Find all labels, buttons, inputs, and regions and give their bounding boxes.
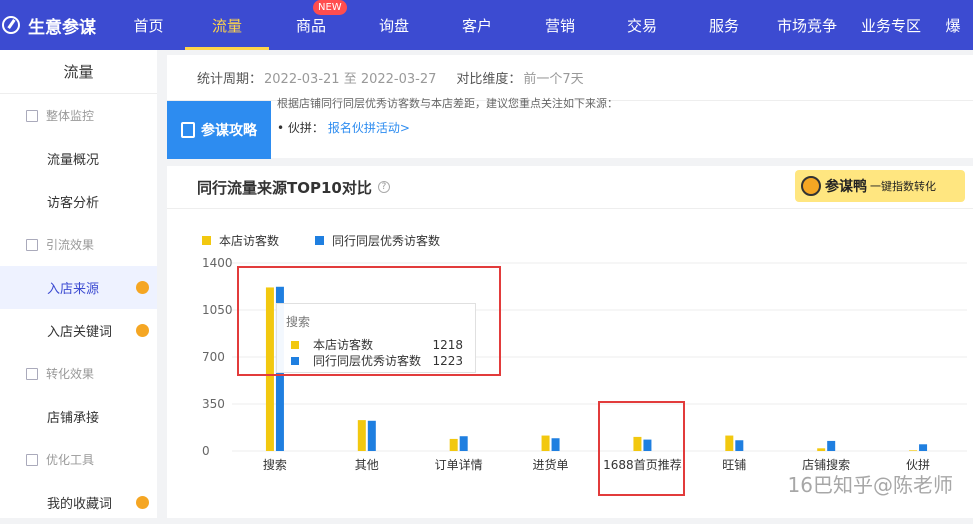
bar-peer[interactable]	[735, 440, 744, 451]
bar-own[interactable]	[541, 435, 550, 451]
nav-item-label: 服务	[708, 16, 739, 35]
sidebar-title: 流量	[0, 50, 157, 94]
nav-item-label: 首页	[133, 16, 164, 35]
y-tick-label: 1050	[202, 303, 233, 317]
highlight-box-search	[237, 266, 501, 376]
sidebar-label: 入店关键词	[47, 325, 113, 340]
y-tick-label: 700	[202, 350, 225, 364]
tips-label: 参谋攻略	[167, 101, 271, 159]
sidebar-entries: 整体监控流量概况访客分析引流效果入店来源入店关键词转化效果店铺承接优化工具我的收…	[0, 94, 157, 524]
nav-item-7[interactable]: 服务	[683, 0, 765, 50]
group-icon	[26, 238, 38, 251]
bar-peer[interactable]	[459, 436, 468, 451]
new-badge: NEW	[313, 0, 347, 15]
x-tick-label: 进货单	[533, 457, 569, 472]
nav-items: 首页 流量 商品 NEW 询盘 客户 营销 交易 服务 市场竞争 业务专区 爆	[112, 0, 973, 50]
tips-line2: • 伙拼： 报名伙拼活动>	[277, 119, 410, 136]
sidebar-group: 优化工具	[0, 438, 157, 481]
nav-item-8[interactable]: 市场竞争	[765, 0, 849, 50]
highlight-box-homepage	[598, 401, 685, 496]
nav-item-5[interactable]: 营销	[519, 0, 601, 50]
group-icon	[26, 453, 38, 466]
bar-peer[interactable]	[551, 438, 560, 451]
compare-label: 对比维度：	[456, 72, 522, 87]
nav-item-label: 爆	[945, 16, 961, 35]
tips-line2-prefix: • 伙拼：	[277, 121, 324, 135]
bar-own[interactable]	[725, 435, 734, 451]
notification-dot-icon	[136, 324, 149, 337]
nav-item-10[interactable]: 爆	[933, 0, 973, 50]
sidebar-label: 入店来源	[47, 282, 100, 297]
nav-item-label: 询盘	[378, 16, 409, 35]
bar-own[interactable]	[817, 448, 826, 451]
sidebar-item[interactable]: 入店关键词	[0, 309, 157, 352]
notepad-icon	[181, 122, 195, 138]
nav-item-label: 流量	[211, 16, 242, 35]
x-tick-label: 旺铺	[722, 458, 746, 472]
x-tick-label: 搜索	[263, 457, 287, 472]
period-bar: 统计周期： 2022-03-21 至 2022-03-27 对比维度： 前一个7…	[167, 55, 973, 100]
sidebar-label: 转化效果	[46, 367, 95, 381]
join-activity-link[interactable]: 报名伙拼活动>	[328, 121, 410, 135]
nav-item-label: 营销	[544, 16, 575, 35]
x-tick-label: 其他	[355, 458, 379, 472]
brand[interactable]: 生意参谋	[0, 13, 112, 38]
bar-own[interactable]	[909, 450, 918, 451]
traffic-source-panel: 同行流量来源TOP10对比 ? 参谋鸭 一键指数转化 本店访客数 同行同层优秀访…	[167, 166, 973, 518]
y-tick-label: 350	[202, 397, 225, 411]
sidebar-group: 转化效果	[0, 352, 157, 395]
notification-dot-icon	[136, 281, 149, 294]
bar-own[interactable]	[357, 420, 366, 451]
brand-name: 生意参谋	[28, 17, 96, 38]
sidebar-label: 访客分析	[47, 196, 100, 211]
sidebar-item[interactable]: 流量概况	[0, 137, 157, 180]
sidebar-label: 优化工具	[46, 453, 95, 467]
nav-item-label: 市场竞争	[776, 16, 837, 35]
sidebar: 流量 整体监控流量概况访客分析引流效果入店来源入店关键词转化效果店铺承接优化工具…	[0, 50, 157, 518]
bar-peer[interactable]	[919, 444, 928, 451]
bar-peer[interactable]	[367, 420, 376, 451]
sidebar-item[interactable]: 访客分析	[0, 180, 157, 223]
tips-section: 参谋攻略 根据店铺同行同层优秀访客数与本店差距，建议您重点关注如下来源： • 伙…	[167, 97, 973, 159]
watermark: 16巴知乎@陈老师	[787, 473, 953, 497]
bar-peer[interactable]	[827, 440, 836, 451]
sidebar-label: 流量概况	[47, 153, 100, 168]
nav-item-4[interactable]: 客户	[435, 0, 519, 50]
sidebar-label: 我的收藏词	[47, 497, 113, 512]
sidebar-label: 整体监控	[46, 109, 95, 123]
nav-item-2[interactable]: 商品 NEW	[269, 0, 353, 50]
sidebar-label: 店铺承接	[47, 411, 100, 426]
nav-item-label: 业务专区	[860, 16, 921, 35]
sidebar-group: 整体监控	[0, 94, 157, 137]
group-icon	[26, 109, 38, 122]
nav-item-0[interactable]: 首页	[112, 0, 185, 50]
tips-label-text: 参谋攻略	[201, 123, 257, 139]
nav-item-label: 客户	[461, 16, 492, 35]
sidebar-item[interactable]: 店铺承接	[0, 395, 157, 438]
nav-item-label: 商品	[295, 16, 326, 35]
y-tick-label: 1400	[202, 256, 233, 270]
nav-item-9[interactable]: 业务专区	[849, 0, 933, 50]
bar-own[interactable]	[449, 438, 458, 451]
period-label: 统计周期：	[197, 72, 263, 87]
notification-dot-icon	[136, 496, 149, 509]
nav-item-label: 交易	[626, 16, 657, 35]
nav-item-6[interactable]: 交易	[601, 0, 683, 50]
nav-item-1[interactable]: 流量	[185, 0, 269, 50]
sidebar-label: 引流效果	[46, 238, 95, 252]
period-value[interactable]: 2022-03-21 至 2022-03-27	[264, 68, 436, 87]
nav-item-3[interactable]: 询盘	[353, 0, 435, 50]
compass-logo-icon	[2, 16, 20, 34]
sidebar-item[interactable]: 入店来源	[0, 266, 157, 309]
x-tick-label: 订单详情	[435, 457, 483, 472]
top-navigation: 生意参谋 首页 流量 商品 NEW 询盘 客户 营销 交易 服务 市场竞争 业务专区 爆	[0, 0, 973, 50]
tips-line1: 根据店铺同行同层优秀访客数与本店差距，建议您重点关注如下来源：	[277, 97, 618, 110]
y-tick-label: 0	[202, 444, 210, 458]
sidebar-group: 引流效果	[0, 223, 157, 266]
compare-value[interactable]: 前一个7天	[523, 68, 583, 87]
group-icon	[26, 367, 38, 380]
